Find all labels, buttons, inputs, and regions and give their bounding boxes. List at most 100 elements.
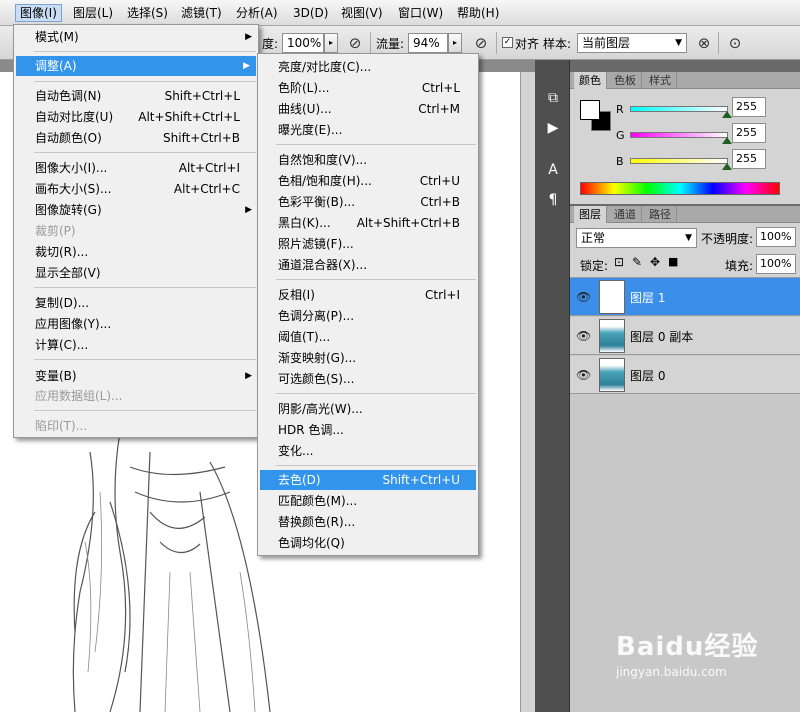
color-panel-body: R 255 G 255 B 255 [570,89,800,204]
menu-item-auto-color[interactable]: 自动颜色(O) Shift+Ctrl+B [14,128,258,148]
menu-item-shortcut: Shift+Ctrl+L [164,89,240,103]
menu-item-curves[interactable]: 曲线(U)... Ctrl+M [258,99,478,119]
menu-item-invert[interactable]: 反相(I) Ctrl+I [258,285,478,305]
menu-item-color-balance[interactable]: 色彩平衡(B)... Ctrl+B [258,192,478,212]
r-slider[interactable] [630,106,728,112]
menu-item-desaturate[interactable]: 去色(D) Shift+Ctrl+U [260,470,476,490]
foreground-color-swatch[interactable] [580,100,600,120]
pressure-icon[interactable]: ⊙ [725,33,745,53]
menu-item-variations[interactable]: 变化... [258,441,478,461]
tab-paths[interactable]: 路径 [644,206,677,223]
tab-styles[interactable]: 样式 [644,72,677,89]
history-icon[interactable]: ⧉ [543,88,563,108]
menu-item-reveal-all[interactable]: 显示全部(V) [14,263,258,283]
paragraph-icon[interactable]: ¶ [543,190,563,210]
menu-item-brightness-contrast[interactable]: 亮度/对比度(C)... [258,57,478,77]
layer-row[interactable]: 👁 图层 0 副本 [570,317,800,355]
menu-item-hue-saturation[interactable]: 色相/饱和度(H)... Ctrl+U [258,171,478,191]
menu-item-levels[interactable]: 色阶(L)... Ctrl+L [258,78,478,98]
r-value-input[interactable]: 255 [732,97,766,117]
eye-icon[interactable]: 👁 [576,329,591,343]
lock-position-icon[interactable]: ✥ [650,255,660,269]
g-value-input[interactable]: 255 [732,123,766,143]
menu-bar: 图像(I) 图层(L) 选择(S) 滤镜(T) 分析(A) 3D(D) 视图(V… [0,0,800,26]
flow-spin-button[interactable]: ▸ [448,33,462,53]
lock-image-icon[interactable]: ✎ [632,255,642,269]
menu-item-calculations[interactable]: 计算(C)... [14,335,258,355]
b-value-input[interactable]: 255 [732,149,766,169]
menu-image[interactable]: 图像(I) [15,4,62,22]
menu-item-label: 色相/饱和度(H)... [278,174,372,188]
opacity-input[interactable]: 100% [282,33,324,53]
layer-row[interactable]: 👁 图层 1 [570,278,800,316]
menu-item-black-white[interactable]: 黑白(K)... Alt+Shift+Ctrl+B [258,213,478,233]
menu-item-shortcut: Ctrl+L [421,81,460,95]
menu-item-trap: 陷印(T)... [14,416,258,436]
opacity-spin-button[interactable]: ▸ [324,33,338,53]
vertical-scrollbar[interactable] [520,72,535,712]
menu-item-duplicate[interactable]: 复制(D)... [14,293,258,313]
color-spectrum-bar[interactable] [580,182,780,195]
menu-item-label: 裁剪(P) [35,224,76,238]
airbrush-mode-icon[interactable]: ⊘ [471,33,491,53]
lock-transparent-icon[interactable]: ⊡ [614,255,624,269]
eye-icon[interactable]: 👁 [576,368,591,382]
blend-mode-select[interactable]: 正常 ▼ [576,228,697,248]
character-icon[interactable]: A [543,160,563,180]
tab-channels[interactable]: 通道 [609,206,642,223]
menu-item-shadows-highlights[interactable]: 阴影/高光(W)... [258,399,478,419]
eye-icon[interactable]: 👁 [576,290,591,304]
b-slider[interactable] [630,158,728,164]
menu-item-photo-filter[interactable]: 照片滤镜(F)... [258,234,478,254]
menu-item-mode[interactable]: 模式(M) ▶ [14,27,258,47]
menu-3d[interactable]: 3D(D) [289,4,332,22]
menu-item-variables[interactable]: 变量(B) ▶ [14,366,258,386]
menu-item-hdr-toning[interactable]: HDR 色调... [258,420,478,440]
menu-view[interactable]: 视图(V) [337,4,387,22]
watermark-brand: Baidu经验 [616,632,759,662]
menu-item-equalize[interactable]: 色调均化(Q) [258,533,478,553]
g-slider[interactable] [630,132,728,138]
menu-item-canvas-size[interactable]: 画布大小(S)... Alt+Ctrl+C [14,179,258,199]
menu-item-selective-color[interactable]: 可选颜色(S)... [258,369,478,389]
menu-item-match-color[interactable]: 匹配颜色(M)... [258,491,478,511]
menu-item-image-rotation[interactable]: 图像旋转(G) ▶ [14,200,258,220]
menu-item-gradient-map[interactable]: 渐变映射(G)... [258,348,478,368]
layer-opacity-input[interactable]: 100% [756,227,796,247]
layer-row[interactable]: 👁 图层 0 [570,356,800,394]
menu-layer[interactable]: 图层(L) [69,4,117,22]
menu-item-image-size[interactable]: 图像大小(I)... Alt+Ctrl+I [14,158,258,178]
r-slider-thumb[interactable] [722,111,732,118]
b-slider-thumb[interactable] [722,163,732,170]
menu-filter[interactable]: 滤镜(T) [177,4,226,22]
tab-layers[interactable]: 图层 [574,206,607,223]
menu-help[interactable]: 帮助(H) [453,4,503,22]
tab-swatches[interactable]: 色板 [609,72,642,89]
menu-item-exposure[interactable]: 曝光度(E)... [258,120,478,140]
menu-item-replace-color[interactable]: 替换颜色(R)... [258,512,478,532]
sample-select[interactable]: 当前图层 ▼ [577,33,687,53]
flow-input[interactable]: 94% [408,33,448,53]
fill-input[interactable]: 100% [756,254,796,274]
menu-item-auto-contrast[interactable]: 自动对比度(U) Alt+Shift+Ctrl+L [14,107,258,127]
align-checkbox[interactable]: ✓ [502,37,513,48]
ignore-adjustment-layers-icon[interactable]: ⊗ [694,33,714,53]
menu-item-channel-mixer[interactable]: 通道混合器(X)... [258,255,478,275]
menu-item-label: 应用数据组(L)... [35,389,123,403]
b-label: B [616,155,624,168]
menu-item-auto-tone[interactable]: 自动色调(N) Shift+Ctrl+L [14,86,258,106]
menu-select[interactable]: 选择(S) [123,4,172,22]
lock-all-icon[interactable]: ■ [668,255,678,268]
menu-item-trim[interactable]: 裁切(R)... [14,242,258,262]
airbrush-icon[interactable]: ⊘ [345,33,365,53]
actions-icon[interactable]: ▶ [543,118,563,138]
tab-color[interactable]: 颜色 [574,72,607,89]
menu-item-adjustments[interactable]: 调整(A) ▶ [16,56,256,76]
menu-item-apply-image[interactable]: 应用图像(Y)... [14,314,258,334]
menu-item-posterize[interactable]: 色调分离(P)... [258,306,478,326]
menu-analysis[interactable]: 分析(A) [232,4,282,22]
g-slider-thumb[interactable] [722,137,732,144]
menu-item-vibrance[interactable]: 自然饱和度(V)... [258,150,478,170]
menu-item-threshold[interactable]: 阈值(T)... [258,327,478,347]
menu-window[interactable]: 窗口(W) [394,4,447,22]
